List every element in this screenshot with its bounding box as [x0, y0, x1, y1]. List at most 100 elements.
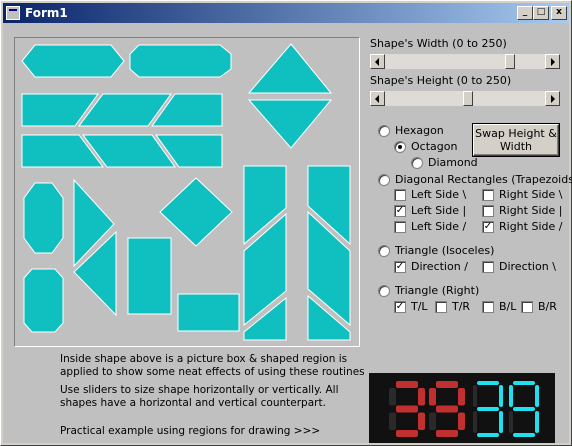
left-side-bar-checkbox[interactable]: ✓: [394, 205, 406, 217]
note-line-2: applied to show some neat effects of usi…: [60, 366, 365, 378]
tl-label[interactable]: T/L: [411, 300, 428, 313]
direction-fwd-label[interactable]: Direction /: [411, 260, 468, 273]
segment-c: [499, 411, 503, 433]
segment-b: [458, 388, 465, 406]
height-slider-left-arrow-icon[interactable]: [370, 91, 385, 106]
note-line-4: shapes have a horizontal and vertical co…: [60, 397, 326, 409]
segment-g: [396, 405, 418, 413]
form-client-area: .s{fill:#10c0c0;stroke:#ffffff;stroke-wi…: [3, 23, 572, 443]
octagon-shape: [129, 44, 232, 78]
triangle-down-shape: [247, 99, 333, 149]
width-slider-left-arrow-icon[interactable]: [370, 54, 385, 69]
segment-f: [473, 385, 477, 407]
seven-segment-digit: [473, 381, 503, 437]
tr-checkbox[interactable]: [435, 301, 447, 313]
br-label[interactable]: B/R: [538, 300, 557, 313]
segment-c: [535, 411, 539, 433]
segment-a: [477, 381, 499, 385]
segment-a: [396, 381, 418, 388]
br-checkbox[interactable]: [521, 301, 533, 313]
segment-e: [389, 412, 396, 430]
shape-picture-box: .s{fill:#10c0c0;stroke:#ffffff;stroke-wi…: [14, 37, 360, 347]
segment-a: [436, 381, 458, 388]
diamond-radio[interactable]: [411, 157, 423, 169]
right-side-bar-label[interactable]: Right Side |: [499, 204, 562, 217]
seven-segment-canvas: [389, 381, 539, 437]
width-slider[interactable]: [370, 54, 560, 69]
main-window: Form1 _ □ x .s{fill:#10c0c0;stroke:#ffff…: [0, 0, 572, 446]
hexagon-label[interactable]: Hexagon: [395, 124, 444, 137]
seven-segment-digit: [429, 381, 465, 437]
right-side-fwd-checkbox[interactable]: ✓: [482, 221, 494, 233]
swap-height-width-button[interactable]: Swap Height & Width: [472, 123, 560, 157]
left-side-bar-label[interactable]: Left Side |: [411, 204, 466, 217]
rectangle-shape: [177, 293, 240, 332]
octagon-label[interactable]: Octagon: [411, 140, 457, 153]
direction-back-label[interactable]: Direction \: [499, 260, 556, 273]
triangle-up-shape: [247, 43, 333, 94]
diagonal-rectangles-label[interactable]: Diagonal Rectangles (Trapezoids): [395, 173, 572, 186]
segment-d: [477, 433, 499, 437]
left-side-fwd-label[interactable]: Left Side /: [411, 220, 466, 233]
tr-label[interactable]: T/R: [452, 300, 470, 313]
left-side-back-checkbox[interactable]: [394, 189, 406, 201]
diamond-label[interactable]: Diamond: [428, 156, 478, 169]
seven-segment-digit: [509, 381, 539, 437]
app-icon[interactable]: [6, 6, 20, 20]
triangle-right-label[interactable]: Triangle (Right): [395, 284, 479, 297]
segment-e: [429, 412, 436, 430]
diagonal-rectangles-radio[interactable]: [378, 174, 390, 186]
maximize-button[interactable]: □: [533, 6, 549, 20]
diamond-shape: [159, 177, 233, 247]
segment-a: [513, 381, 535, 385]
height-slider-thumb[interactable]: [463, 91, 473, 106]
octagon-radio[interactable]: [394, 141, 406, 153]
segment-c: [418, 412, 425, 430]
segment-d: [396, 430, 418, 437]
rectangle-shape: [127, 237, 172, 315]
tl-checkbox[interactable]: ✓: [394, 301, 406, 313]
right-side-back-checkbox[interactable]: [482, 189, 494, 201]
height-slider-label: Shape's Height (0 to 250): [370, 74, 512, 87]
width-slider-thumb[interactable]: [505, 54, 515, 69]
segment-c: [458, 412, 465, 430]
segment-g: [477, 407, 499, 411]
segment-b: [418, 388, 425, 406]
segment-d: [513, 433, 535, 437]
note-line-1: Inside shape above is a picture box & sh…: [60, 353, 348, 365]
segment-f: [429, 388, 436, 406]
note-line-5[interactable]: Practical example using regions for draw…: [60, 425, 320, 438]
segment-b: [499, 385, 503, 407]
left-side-back-label[interactable]: Left Side \: [411, 188, 466, 201]
octagon-vertical-shape: [23, 182, 64, 254]
window-title: Form1: [25, 6, 68, 20]
bl-checkbox[interactable]: [482, 301, 494, 313]
right-side-fwd-label[interactable]: Right Side /: [499, 220, 562, 233]
direction-back-checkbox[interactable]: [482, 261, 494, 273]
hexagon-radio[interactable]: [378, 125, 390, 137]
triangle-isoceles-radio[interactable]: [378, 245, 390, 257]
direction-fwd-checkbox[interactable]: ✓: [394, 261, 406, 273]
width-slider-label: Shape's Width (0 to 250): [370, 37, 507, 50]
segment-e: [473, 411, 477, 433]
right-side-bar-checkbox[interactable]: [482, 205, 494, 217]
segment-f: [389, 388, 396, 406]
title-bar[interactable]: Form1 _ □ x: [3, 3, 569, 23]
seven-segment-display: [369, 373, 555, 443]
minimize-button[interactable]: _: [517, 6, 533, 20]
segment-g: [436, 405, 458, 413]
hexagon-shape: [21, 44, 125, 78]
triangle-right-radio[interactable]: [378, 285, 390, 297]
triangle-isoceles-label[interactable]: Triangle (Isoceles): [395, 244, 494, 257]
segment-e: [509, 411, 513, 433]
bl-label[interactable]: B/L: [499, 300, 516, 313]
note-line-3: Use sliders to size shape horizontally o…: [60, 384, 339, 396]
height-slider-right-arrow-icon[interactable]: [545, 91, 560, 106]
segment-d: [436, 430, 458, 437]
width-slider-right-arrow-icon[interactable]: [545, 54, 560, 69]
left-side-fwd-checkbox[interactable]: [394, 221, 406, 233]
close-button[interactable]: x: [551, 6, 567, 20]
right-side-back-label[interactable]: Right Side \: [499, 188, 562, 201]
height-slider[interactable]: [370, 91, 560, 106]
shapes-canvas: .s{fill:#10c0c0;stroke:#ffffff;stroke-wi…: [21, 43, 351, 341]
